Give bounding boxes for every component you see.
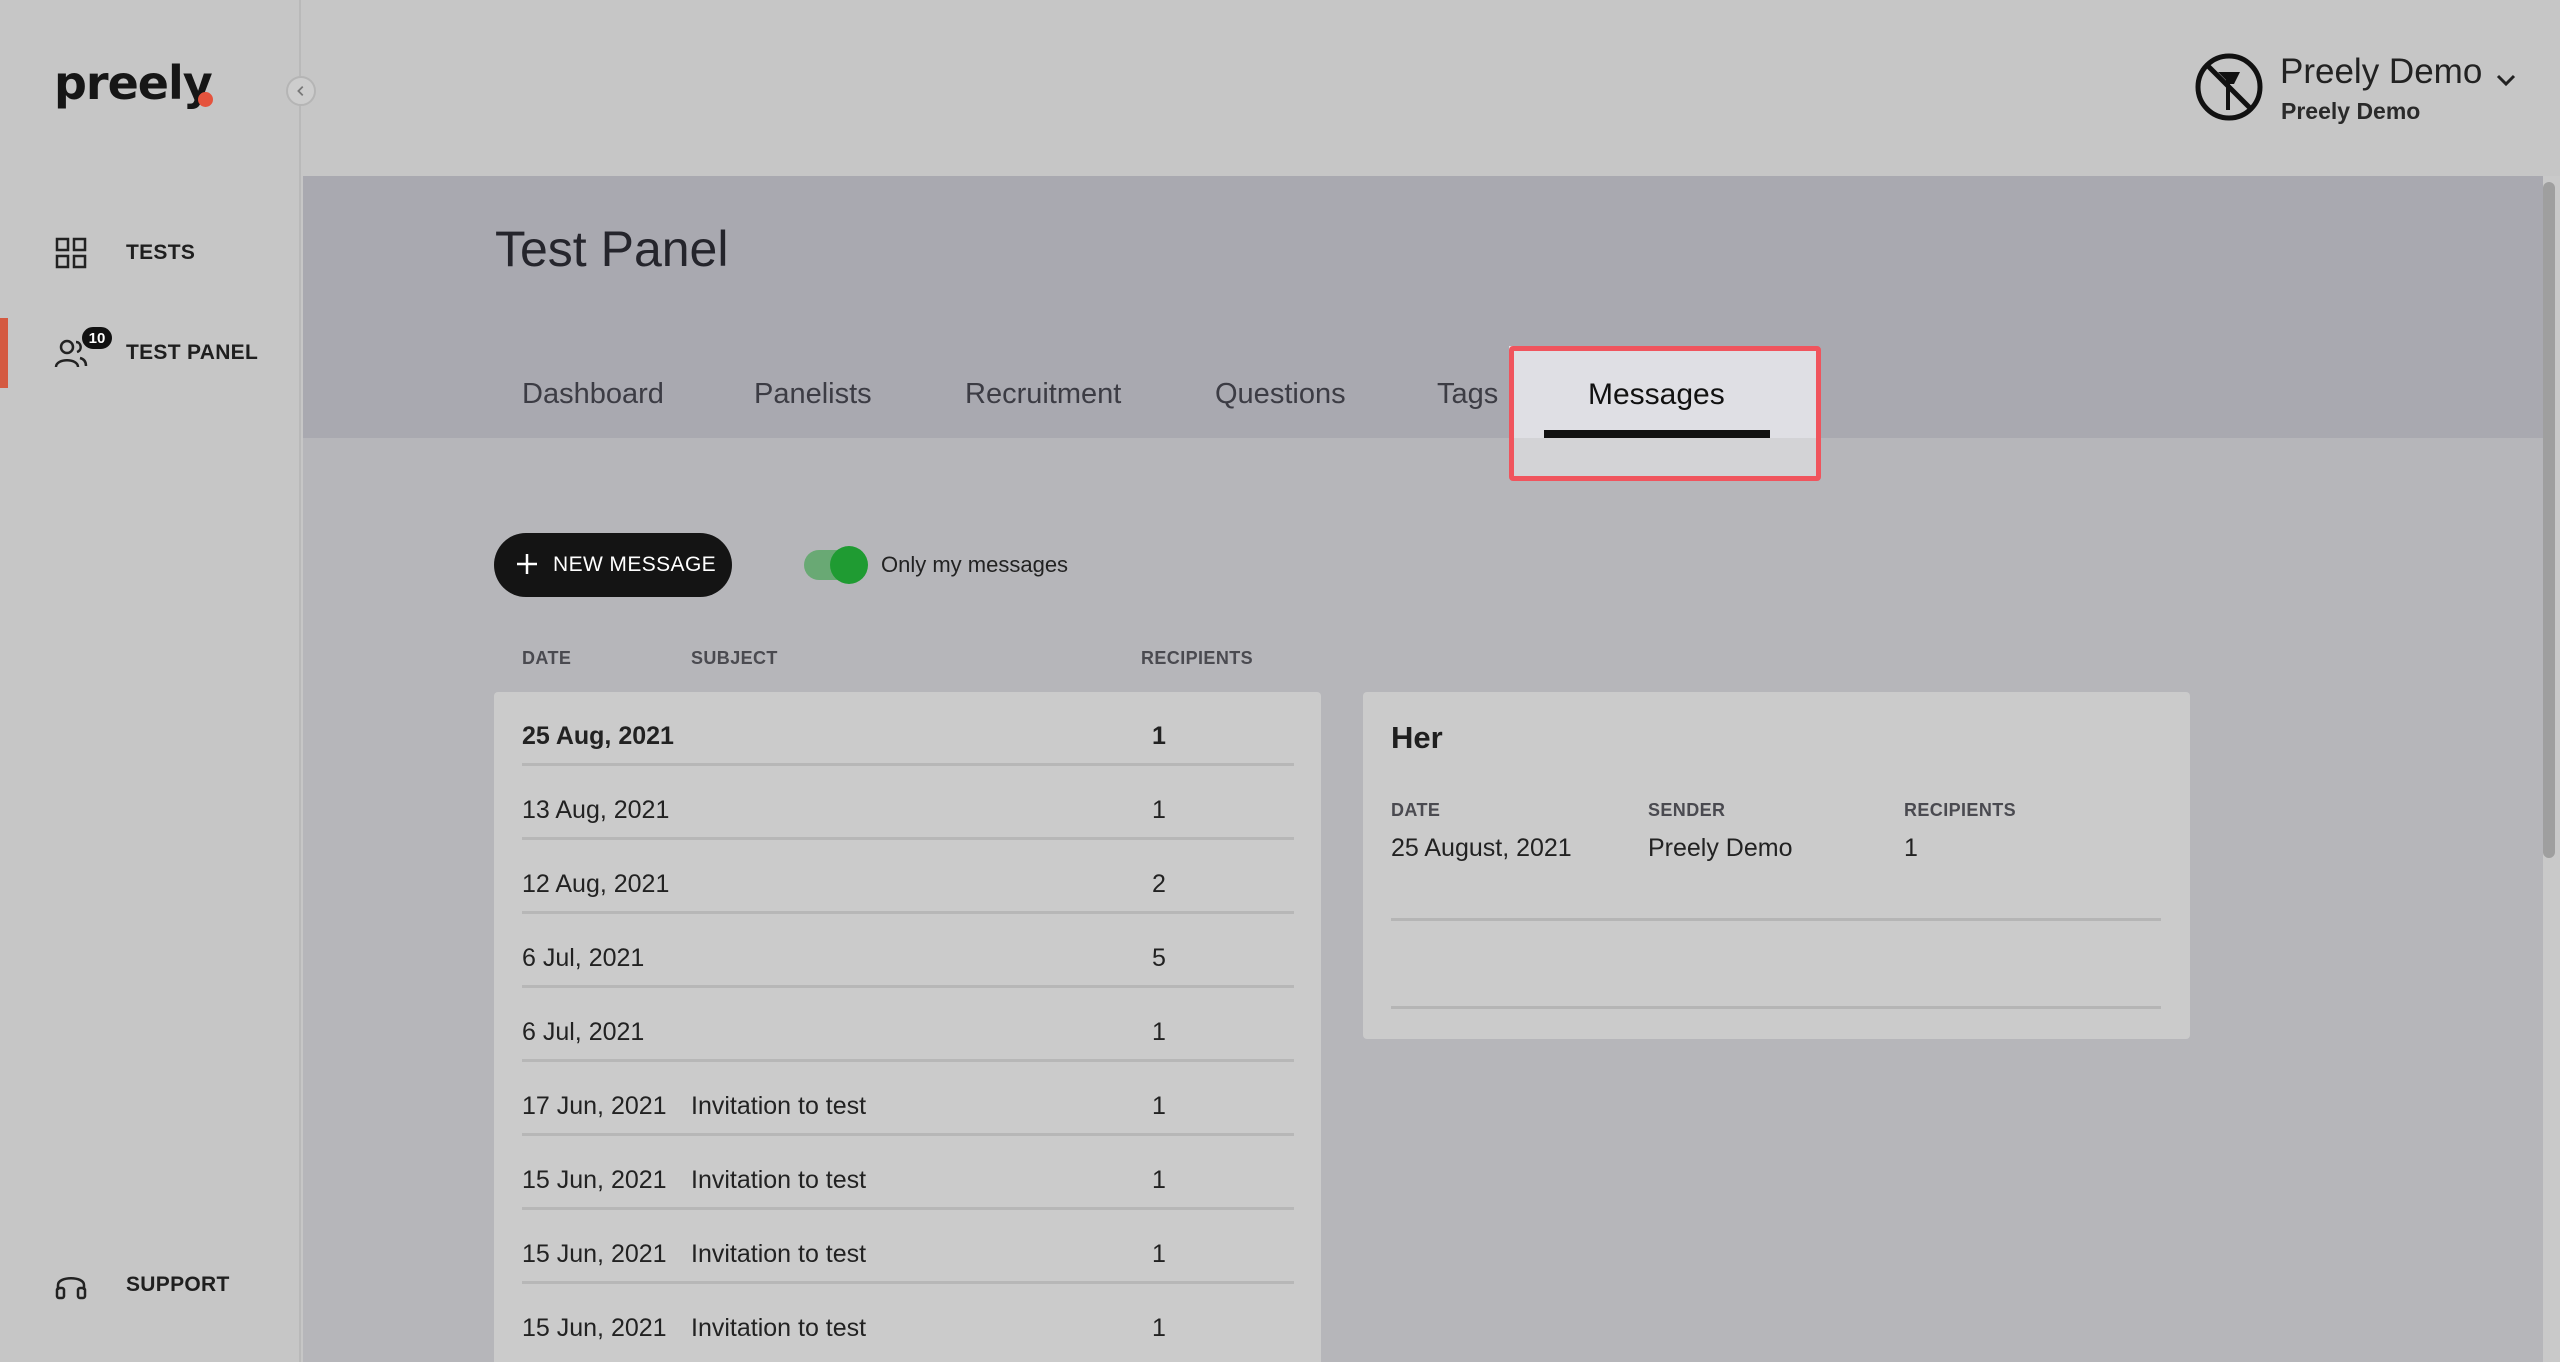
new-message-label: NEW MESSAGE	[553, 553, 717, 576]
sidebar-item-test-panel[interactable]: TEST PANEL	[0, 318, 300, 388]
sidebar-item-label: SUPPORT	[126, 1273, 230, 1296]
row-date: 25 Aug, 2021	[522, 722, 674, 750]
table-row[interactable]: 6 Jul, 2021 1	[522, 988, 1294, 1062]
sidebar: preely TESTS TEST PANEL 10 SUPPORT	[0, 0, 301, 1362]
logo-dot	[198, 92, 213, 107]
user-name[interactable]: Preely Demo	[2280, 52, 2482, 92]
new-message-button[interactable]: NEW MESSAGE	[494, 533, 732, 597]
row-recipients: 1	[1152, 796, 1166, 824]
message-list: 25 Aug, 2021 1 13 Aug, 2021 1 12 Aug, 20…	[494, 692, 1321, 1362]
headset-icon	[55, 1277, 87, 1300]
table-row[interactable]: 13 Aug, 2021 1	[522, 766, 1294, 840]
column-header-subject[interactable]: SUBJECT	[691, 648, 778, 669]
only-my-messages-toggle[interactable]	[830, 546, 868, 584]
grid-icon	[55, 237, 87, 269]
chevron-left-icon	[297, 86, 304, 96]
sidebar-item-label: TESTS	[126, 241, 196, 264]
row-recipients: 2	[1152, 870, 1166, 898]
row-date: 15 Jun, 2021	[522, 1166, 667, 1194]
row-subject: Invitation to test	[691, 1166, 867, 1194]
user-avatar-icon[interactable]	[2194, 52, 2264, 122]
detail-sender-label: SENDER	[1648, 800, 1726, 820]
row-recipients: 1	[1152, 1314, 1166, 1342]
row-date: 17 Jun, 2021	[522, 1092, 667, 1120]
app: preely TESTS TEST PANEL 10 SUPPORT Preel…	[0, 0, 2560, 1362]
row-date: 15 Jun, 2021	[522, 1314, 667, 1342]
row-recipients: 1	[1152, 1166, 1166, 1194]
table-row[interactable]: 15 Jun, 2021 Invitation to test 1	[522, 1284, 1294, 1358]
user-org: Preely Demo	[2281, 98, 2421, 124]
row-recipients: 1	[1152, 1092, 1166, 1120]
detail-recipients-value: 1	[1904, 834, 1918, 862]
table-row[interactable]: 17 Jun, 2021 Invitation to test 1	[522, 1062, 1294, 1136]
column-header-recipients[interactable]: RECIPIENTS	[1141, 648, 1253, 669]
row-subject: Invitation to test	[691, 1314, 867, 1342]
tab-recruitment[interactable]: Recruitment	[965, 378, 1121, 411]
column-header-date[interactable]: DATE	[522, 648, 571, 669]
table-row[interactable]: 15 Jun, 2021 Invitation to test 1	[522, 1136, 1294, 1210]
sidebar-item-support[interactable]: SUPPORT	[0, 1250, 300, 1320]
divider	[1391, 918, 2161, 921]
tab-dashboard[interactable]: Dashboard	[522, 378, 664, 411]
row-recipients: 1	[1152, 722, 1166, 750]
message-detail-panel: Her DATE SENDER RECIPIENTS 25 August, 20…	[1363, 692, 2190, 1039]
row-date: 15 Jun, 2021	[522, 1240, 667, 1268]
detail-title: Her	[1391, 720, 1443, 755]
logo: preely	[54, 56, 213, 110]
table-row[interactable]: 6 Jul, 2021 5	[522, 914, 1294, 988]
table-row[interactable]: 12 Aug, 2021 2	[522, 840, 1294, 914]
row-recipients: 5	[1152, 944, 1166, 972]
sidebar-item-label: TEST PANEL	[126, 341, 259, 364]
active-indicator	[0, 318, 8, 388]
row-subject: Invitation to test	[691, 1240, 867, 1268]
table-row[interactable]: 15 Jun, 2021 Invitation to test 1	[522, 1210, 1294, 1284]
row-date: 13 Aug, 2021	[522, 796, 670, 824]
row-recipients: 1	[1152, 1018, 1166, 1046]
detail-sender-value: Preely Demo	[1648, 834, 1793, 862]
divider	[1391, 1006, 2161, 1009]
page-title: Test Panel	[495, 221, 729, 277]
tab-panelists[interactable]: Panelists	[754, 378, 872, 411]
tab-tags[interactable]: Tags	[1437, 378, 1498, 411]
row-date: 6 Jul, 2021	[522, 1018, 645, 1046]
detail-recipients-label: RECIPIENTS	[1904, 800, 2017, 820]
scrollbar-thumb[interactable]	[2543, 182, 2555, 858]
row-recipients: 1	[1152, 1240, 1166, 1268]
detail-date-value: 25 August, 2021	[1391, 834, 1572, 862]
notification-badge: 10	[80, 325, 114, 351]
plus-icon	[517, 554, 537, 574]
sidebar-item-tests[interactable]: TESTS	[0, 218, 300, 288]
chevron-down-icon[interactable]	[2494, 68, 2518, 92]
collapse-sidebar-button[interactable]	[286, 76, 316, 106]
detail-date-label: DATE	[1391, 800, 1441, 820]
row-date: 12 Aug, 2021	[522, 870, 670, 898]
row-date: 6 Jul, 2021	[522, 944, 645, 972]
tab-highlight-strip	[1512, 438, 1818, 478]
tab-questions[interactable]: Questions	[1215, 378, 1346, 411]
table-row[interactable]: 25 Aug, 2021 1	[522, 692, 1294, 766]
tab-messages[interactable]: Messages	[1588, 378, 1725, 412]
row-subject: Invitation to test	[691, 1092, 867, 1120]
tab-underline	[1544, 430, 1770, 438]
toggle-label: Only my messages	[881, 552, 1069, 577]
